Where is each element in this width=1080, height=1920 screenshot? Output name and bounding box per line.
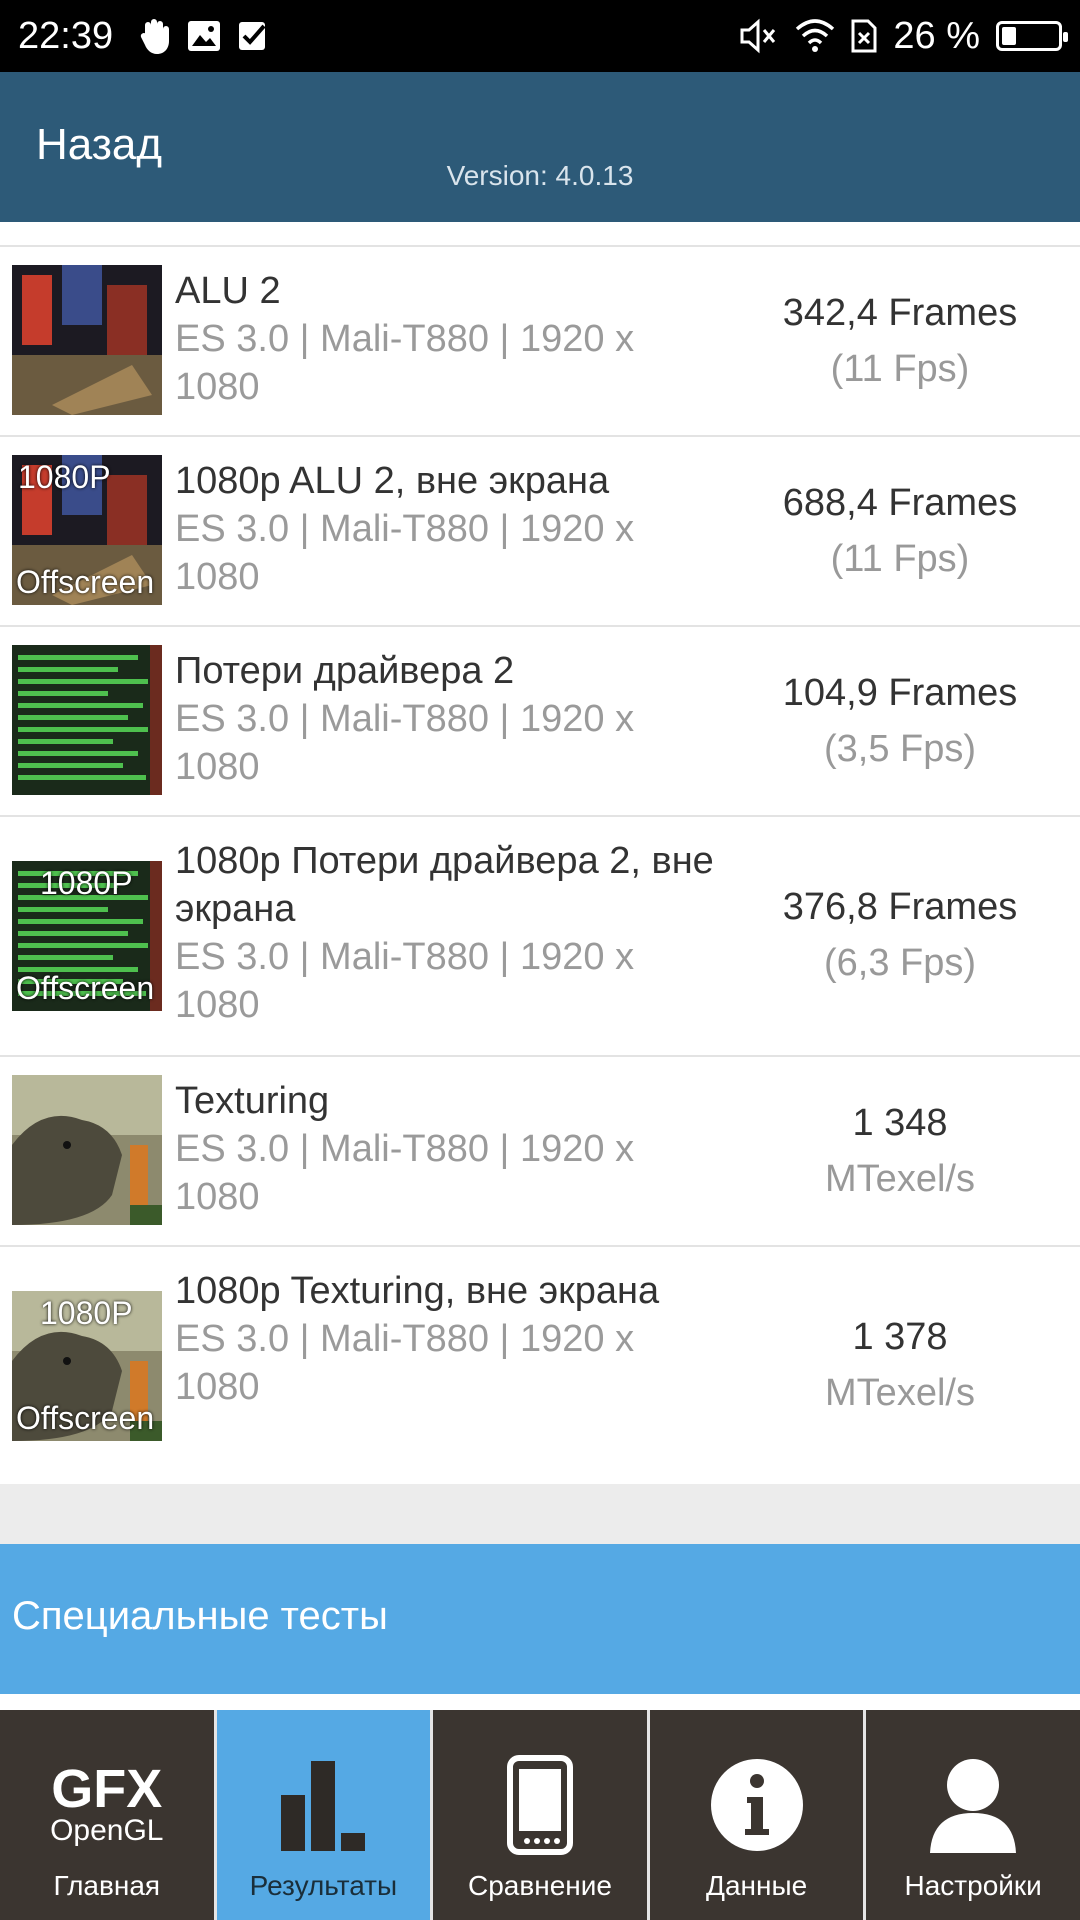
result-main: 688,4 Frames bbox=[782, 482, 1018, 524]
battery-percent: 26 % bbox=[893, 14, 980, 57]
result-row[interactable]: 1080P Offscreen 1080p ALU 2, вне экрана … bbox=[0, 435, 1080, 625]
test-subtitle: ES 3.0 | Mali-T880 | 1920 x 1080 bbox=[175, 508, 635, 598]
result-row[interactable]: ALU 2 ES 3.0 | Mali-T880 | 1920 x 1080 3… bbox=[0, 245, 1080, 435]
sim-icon bbox=[851, 16, 877, 56]
status-bar: 22:39 26 % bbox=[0, 0, 1080, 72]
test-thumbnail: 1080P Offscreen bbox=[12, 1291, 162, 1441]
badge-offscreen: Offscreen bbox=[16, 970, 155, 1006]
logo-gfx: GFX bbox=[51, 1759, 163, 1819]
result-row[interactable]: Потери драйвера 2 ES 3.0 | Mali-T880 | 1… bbox=[0, 625, 1080, 815]
nav-label: Главная bbox=[53, 1870, 161, 1901]
test-subtitle: ES 3.0 | Mali-T880 | 1920 x 1080 bbox=[175, 936, 635, 1026]
special-tests-label: Специальные тесты bbox=[12, 1594, 388, 1638]
logo-opengl: OpenGL bbox=[50, 1814, 164, 1847]
wifi-icon bbox=[795, 16, 835, 56]
status-time: 22:39 bbox=[18, 14, 114, 57]
test-thumbnail: 1080P Offscreen bbox=[12, 861, 162, 1011]
info-icon bbox=[650, 1750, 864, 1860]
result-row[interactable]: 1080P Offscreen 1080p Texturing, вне экр… bbox=[0, 1245, 1080, 1490]
test-thumbnail bbox=[12, 1075, 162, 1225]
result-main: 376,8 Frames bbox=[782, 886, 1018, 928]
badge-offscreen: Offscreen bbox=[16, 564, 155, 600]
test-title: 1080p ALU 2, вне экрана bbox=[175, 460, 610, 502]
test-title: 1080p Texturing, вне экрана bbox=[175, 1270, 660, 1312]
gfx-logo-icon: GFX OpenGL bbox=[0, 1750, 214, 1860]
badge-1080p: 1080P bbox=[40, 1295, 133, 1331]
special-tests-section[interactable]: Специальные тесты bbox=[0, 1544, 1080, 1694]
result-sub: (6,3 Fps) bbox=[823, 942, 977, 984]
nav-item-settings[interactable]: Настройки bbox=[866, 1710, 1080, 1920]
phone-icon bbox=[433, 1750, 647, 1860]
nav-label: Результаты bbox=[249, 1870, 398, 1901]
result-main: 104,9 Frames bbox=[782, 672, 1018, 714]
badge-offscreen: Offscreen bbox=[16, 1400, 155, 1436]
test-subtitle: ES 3.0 | Mali-T880 | 1920 x 1080 bbox=[175, 318, 635, 408]
user-icon bbox=[866, 1750, 1080, 1860]
result-sub: (11 Fps) bbox=[830, 348, 970, 390]
test-title: Texturing bbox=[175, 1080, 330, 1122]
results-list: ALU 2 ES 3.0 | Mali-T880 | 1920 x 1080 3… bbox=[0, 245, 1080, 1490]
section-gap bbox=[0, 1484, 1080, 1544]
bar-chart-icon bbox=[217, 1750, 431, 1860]
result-main: 1 348 bbox=[852, 1102, 948, 1144]
test-title: 1080p Потери драйвера 2, вне экрана bbox=[175, 840, 714, 930]
image-icon bbox=[187, 16, 221, 56]
nav-item-home[interactable]: GFX OpenGL Главная bbox=[0, 1710, 214, 1920]
result-main: 342,4 Frames bbox=[782, 292, 1018, 334]
check-icon bbox=[237, 16, 269, 56]
test-subtitle: ES 3.0 | Mali-T880 | 1920 x 1080 bbox=[175, 1128, 635, 1218]
bottom-nav: GFX OpenGL Главная Результаты Сравнение … bbox=[0, 1710, 1080, 1920]
result-main: 1 378 bbox=[852, 1316, 948, 1358]
hand-icon bbox=[139, 16, 171, 56]
test-thumbnail bbox=[12, 645, 162, 795]
result-sub: MTexel/s bbox=[825, 1158, 975, 1200]
test-thumbnail: 1080P Offscreen bbox=[12, 455, 162, 605]
battery-icon bbox=[996, 21, 1068, 51]
result-sub: (11 Fps) bbox=[830, 538, 970, 580]
mute-icon bbox=[739, 16, 779, 56]
test-subtitle: ES 3.0 | Mali-T880 | 1920 x 1080 bbox=[175, 698, 635, 788]
test-title: ALU 2 bbox=[175, 270, 281, 312]
test-subtitle: ES 3.0 | Mali-T880 | 1920 x 1080 bbox=[175, 1318, 635, 1408]
nav-label: Сравнение bbox=[468, 1870, 612, 1901]
result-row[interactable]: Texturing ES 3.0 | Mali-T880 | 1920 x 10… bbox=[0, 1055, 1080, 1245]
version-label: Version: 4.0.13 bbox=[446, 160, 634, 191]
nav-item-data[interactable]: Данные bbox=[649, 1710, 864, 1920]
result-row[interactable]: 1080P Offscreen 1080p Потери драйвера 2,… bbox=[0, 815, 1080, 1055]
test-title: Потери драйвера 2 bbox=[175, 650, 515, 692]
app-header: Назад Version: 4.0.13 bbox=[0, 72, 1080, 222]
result-sub: (3,5 Fps) bbox=[823, 728, 977, 770]
badge-1080p: 1080P bbox=[18, 459, 111, 495]
nav-label: Настройки bbox=[904, 1870, 1042, 1901]
nav-label: Данные bbox=[705, 1870, 808, 1901]
nav-item-results[interactable]: Результаты bbox=[216, 1710, 431, 1920]
result-sub: MTexel/s bbox=[825, 1372, 975, 1414]
test-thumbnail bbox=[12, 265, 162, 415]
nav-item-compare[interactable]: Сравнение bbox=[433, 1710, 647, 1920]
badge-1080p: 1080P bbox=[40, 865, 133, 901]
